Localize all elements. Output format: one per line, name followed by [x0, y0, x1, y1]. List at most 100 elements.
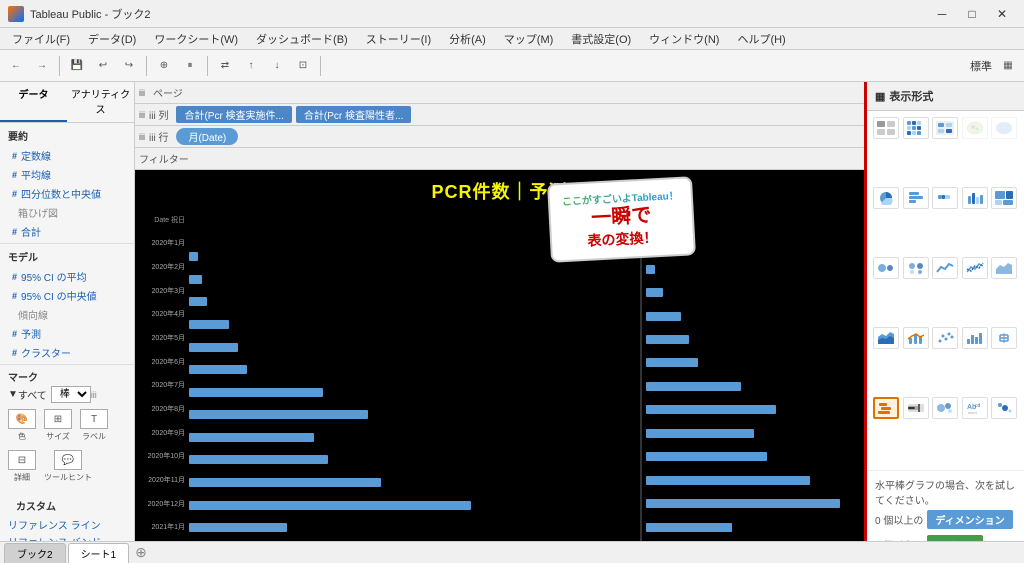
- menu-item-a[interactable]: 分析(A): [441, 29, 494, 49]
- back-button[interactable]: ←: [4, 54, 28, 78]
- icon-box-whisker[interactable]: [991, 327, 1017, 349]
- model-forecast[interactable]: 予測: [0, 324, 134, 343]
- color-button[interactable]: 🎨 色: [8, 409, 36, 442]
- menu-item-m[interactable]: マップ(M): [496, 29, 562, 49]
- color-icon[interactable]: 🎨: [8, 409, 36, 429]
- date-label-10: 2020年11月: [141, 475, 185, 485]
- icon-scatter[interactable]: [932, 327, 958, 349]
- sort-desc-button[interactable]: ↓: [265, 54, 289, 78]
- tab-analytics[interactable]: アナリティクス: [67, 82, 134, 122]
- icon-word-cloud[interactable]: Abcdword: [962, 397, 988, 419]
- size-button[interactable]: ⊞ サイズ: [44, 409, 72, 442]
- menu-item-o[interactable]: 書式設定(O): [563, 29, 639, 49]
- chart-panes: Date 祝日 2020年1月 2020年2月 2020年3月 2020年4月 …: [135, 208, 864, 563]
- bottom-tab-1[interactable]: シート1: [68, 543, 130, 563]
- measure-constant-line[interactable]: 定数線: [0, 146, 134, 165]
- measure-quartile[interactable]: 四分位数と中央値: [0, 184, 134, 203]
- title-bar: Tableau Public - ブック2 ─ □ ✕: [0, 0, 1024, 28]
- redo-button[interactable]: ↪: [117, 54, 141, 78]
- toolbar-separator-4: [320, 56, 321, 76]
- row-pill-date[interactable]: 月(Date): [176, 128, 238, 145]
- icon-pie[interactable]: [873, 187, 899, 209]
- rbar-7: [646, 405, 776, 414]
- bar-fill-0: [189, 252, 198, 261]
- menu-item-h[interactable]: ヘルプ(H): [729, 29, 793, 49]
- icon-side-by-side-bar[interactable]: [962, 187, 988, 209]
- new-datasource-button[interactable]: ⊕: [152, 54, 176, 78]
- col-pill-2[interactable]: 合計(Pcr 検査陽性者...: [296, 106, 411, 123]
- custom-ref-line[interactable]: リファレンス ライン: [8, 516, 126, 533]
- toolbar-separator-3: [207, 56, 208, 76]
- date-label-3: 2020年4月: [141, 309, 185, 319]
- menu-item-f[interactable]: ファイル(F): [4, 29, 78, 49]
- summary-header[interactable]: 要約: [0, 125, 134, 146]
- measure-average-line[interactable]: 平均線: [0, 165, 134, 184]
- icon-line[interactable]: [932, 257, 958, 279]
- label-icon[interactable]: T: [80, 409, 108, 429]
- model-header[interactable]: モデル: [0, 246, 134, 267]
- close-button[interactable]: ✕: [988, 3, 1016, 25]
- model-trend-sub[interactable]: 傾向線: [0, 305, 134, 324]
- minimize-button[interactable]: ─: [928, 3, 956, 25]
- bar-fill-11: [189, 501, 471, 510]
- menu-item-i[interactable]: ストーリー(I): [358, 29, 439, 49]
- size-icon[interactable]: ⊞: [44, 409, 72, 429]
- tab-data[interactable]: データ: [0, 82, 67, 122]
- icon-text-table[interactable]: [873, 117, 899, 139]
- icon-heat-map[interactable]: [903, 117, 929, 139]
- rbar-row-12: [646, 522, 862, 533]
- model-ci-mean[interactable]: 95% CI の平均: [0, 267, 134, 286]
- label-button[interactable]: T ラベル: [80, 409, 108, 442]
- icon-packed-bubbles[interactable]: [932, 397, 958, 419]
- save-button[interactable]: 💾: [65, 54, 89, 78]
- icon-symbol-map[interactable]: [962, 117, 988, 139]
- bar-row-1: [189, 274, 636, 285]
- menu-item-w[interactable]: ワークシート(W): [146, 29, 246, 49]
- icon-highlight-table[interactable]: [932, 117, 958, 139]
- undo-button[interactable]: ↩: [91, 54, 115, 78]
- toolbar-separator-2: [146, 56, 147, 76]
- menu-item-n[interactable]: ウィンドウ(N): [641, 29, 727, 49]
- bottom-tab-0[interactable]: ブック2: [4, 543, 66, 563]
- icon-histogram[interactable]: [962, 327, 988, 349]
- new-sheet-button[interactable]: ⊕: [135, 544, 147, 561]
- marks-expand[interactable]: ▼ すべて 棒 iii: [8, 384, 126, 405]
- icon-dual-line[interactable]: [962, 257, 988, 279]
- icon-stacked-bar[interactable]: [932, 187, 958, 209]
- detail-button[interactable]: ⊟ 詳細: [8, 450, 36, 483]
- marks-type-select[interactable]: 棒: [51, 386, 91, 403]
- fit-button[interactable]: ⊡: [291, 54, 315, 78]
- icon-circle-view[interactable]: [873, 257, 899, 279]
- custom-header[interactable]: カスタム: [8, 495, 126, 516]
- measure-boxplot-sub[interactable]: 箱ひげ図: [0, 203, 134, 222]
- bar-row-3: [189, 319, 636, 330]
- swap-button[interactable]: ⇄: [213, 54, 237, 78]
- measure-total[interactable]: 合計: [0, 222, 134, 241]
- icon-gantt[interactable]: [873, 397, 899, 419]
- icon-horizontal-bar[interactable]: [903, 187, 929, 209]
- detail-icon[interactable]: ⊟: [8, 450, 36, 470]
- tooltip-button[interactable]: 💬 ツールヒント: [44, 450, 92, 483]
- tooltip-icon[interactable]: 💬: [54, 450, 82, 470]
- icon-side-by-side-circle[interactable]: [903, 257, 929, 279]
- pause-button[interactable]: ⏸: [178, 54, 202, 78]
- icon-area-fill[interactable]: [873, 327, 899, 349]
- icon-bullet[interactable]: [903, 397, 929, 419]
- model-ci-median[interactable]: 95% CI の中央値: [0, 286, 134, 305]
- forward-button[interactable]: →: [30, 54, 54, 78]
- show-me-toggle[interactable]: ▦: [996, 54, 1020, 78]
- sort-asc-button[interactable]: ↑: [239, 54, 263, 78]
- icon-area[interactable]: [991, 257, 1017, 279]
- model-cluster[interactable]: クラスター: [0, 343, 134, 362]
- col-pill-1[interactable]: 合計(Pcr 検査実施件...: [176, 106, 291, 123]
- icon-treemap[interactable]: [991, 187, 1017, 209]
- icon-dual-combination[interactable]: [903, 327, 929, 349]
- chart-area: ここがすごいよTableau！ 一瞬で 表の変換！ PCR件数｜予測 Date …: [135, 170, 864, 563]
- show-me-header: ▦ 表示形式: [867, 82, 1024, 111]
- menu-item-d[interactable]: データ(D): [80, 29, 144, 49]
- icon-extra[interactable]: [991, 397, 1017, 419]
- menu-item-b[interactable]: ダッシュボード(B): [248, 29, 356, 49]
- rows-label: iii 行: [149, 129, 168, 144]
- icon-filled-map[interactable]: [991, 117, 1017, 139]
- maximize-button[interactable]: □: [958, 3, 986, 25]
